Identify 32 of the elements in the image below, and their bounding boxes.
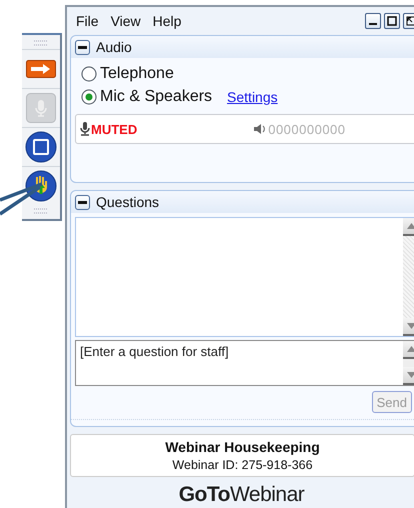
collapse-button[interactable]	[75, 194, 90, 210]
minus-icon	[78, 200, 87, 204]
panel-title: Questions	[96, 194, 160, 210]
volume-meter: 0000000000	[268, 122, 346, 136]
scroll-up-icon	[406, 223, 414, 229]
panel-title: Audio	[96, 39, 132, 55]
menu-item[interactable]: View	[110, 13, 141, 29]
radio-button[interactable]	[81, 88, 97, 104]
menu-item[interactable]: File	[76, 13, 99, 29]
microphone-icon	[80, 122, 90, 136]
webinar-id: Webinar ID: 275-918-366	[172, 458, 313, 472]
restore-icon	[406, 16, 414, 26]
mute-status: MUTED	[91, 122, 138, 136]
screen-button[interactable]	[25, 131, 57, 163]
menu-item[interactable]: Help	[152, 13, 182, 29]
grip-icon	[34, 208, 48, 214]
arrow-button[interactable]	[26, 60, 56, 78]
radio-button[interactable]	[81, 66, 97, 82]
brand-logo: GoToWebinar	[178, 482, 306, 507]
minus-icon	[78, 46, 87, 48]
grip-icon	[34, 40, 48, 46]
raise-hand-button[interactable]	[25, 170, 57, 202]
maximize-icon	[387, 16, 397, 26]
settings-link[interactable]: Settings	[227, 88, 278, 104]
minimize-button[interactable]	[365, 13, 381, 29]
radio-label: Telephone	[100, 64, 174, 82]
radio-label: Mic & Speakers	[100, 88, 212, 106]
webinar-title: Webinar Housekeeping	[165, 439, 320, 455]
scroll-down-icon	[406, 323, 414, 329]
collapse-button[interactable]	[75, 40, 90, 54]
maximize-button[interactable]	[384, 13, 400, 29]
speaker-icon	[254, 123, 266, 135]
